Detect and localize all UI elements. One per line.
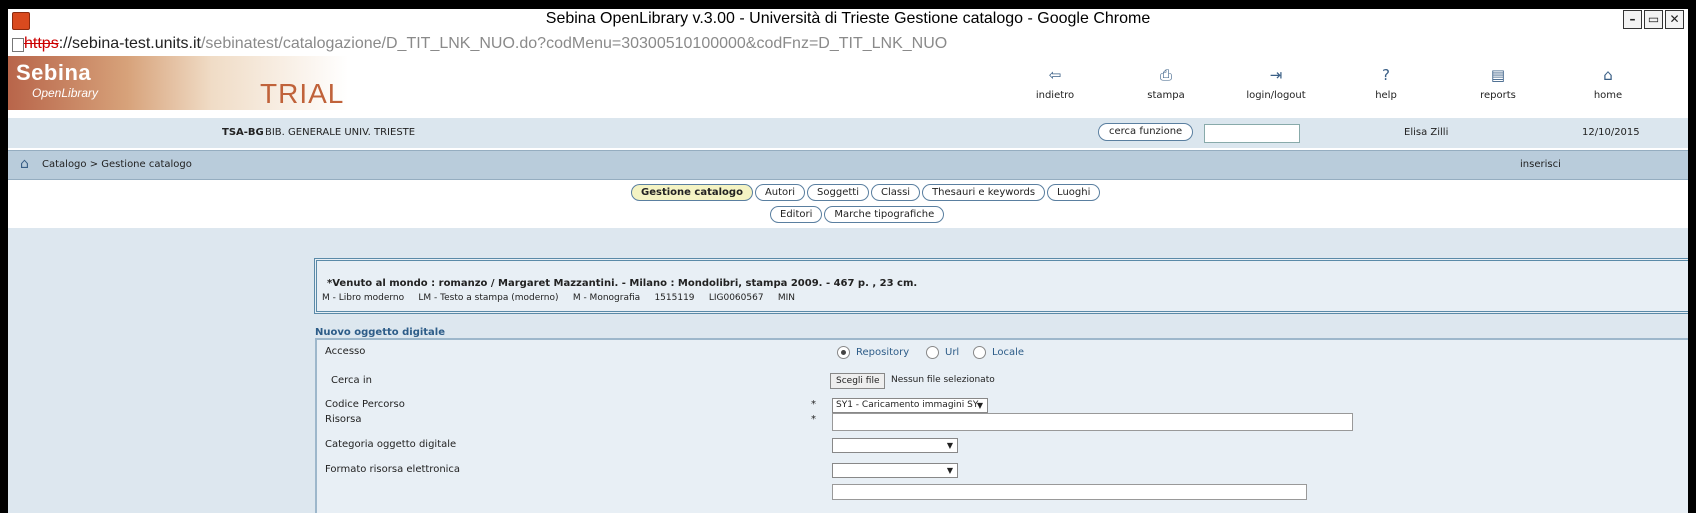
cerca-funzione-button[interactable]: cerca funzione xyxy=(1098,123,1194,141)
toolbar-help[interactable]: ? help xyxy=(1341,64,1431,101)
toolbar-indietro[interactable]: ⇦ indietro xyxy=(1010,64,1100,101)
section-title: Nuovo oggetto digitale xyxy=(315,327,446,338)
required-mark: * xyxy=(811,399,816,410)
toolbar-reports[interactable]: ▤ reports xyxy=(1453,64,1543,101)
toolbar-stampa[interactable]: ⎙ stampa xyxy=(1121,64,1211,101)
library-name: BIB. GENERALE UNIV. TRIESTE xyxy=(265,127,416,138)
window-frame-right xyxy=(1688,34,1696,513)
print-icon: ⎙ xyxy=(1159,66,1172,84)
tab-editori[interactable]: Editori xyxy=(770,206,823,223)
dropdown-arrow-icon: ▼ xyxy=(946,441,953,450)
select-value: SY1 - Caricamento immagini SY xyxy=(836,400,979,410)
radio-url[interactable]: Url xyxy=(926,346,959,359)
radio-dot xyxy=(837,346,850,359)
radio-label: Repository xyxy=(856,347,910,358)
window-title: Sebina OpenLibrary v.3.00 - Università d… xyxy=(545,10,1151,27)
categoria-label: Categoria oggetto digitale xyxy=(325,439,457,450)
login-icon: ⇥ xyxy=(1269,66,1283,84)
radio-label: Url xyxy=(945,347,960,358)
tab-luoghi[interactable]: Luoghi xyxy=(1047,184,1101,201)
codice-percorso-select[interactable]: SY1 - Caricamento immagini SY ▼ xyxy=(832,398,988,413)
info-bar: TSA-BG BIB. GENERALE UNIV. TRIESTE cerca… xyxy=(8,118,1688,148)
cerca-in-label: Cerca in xyxy=(331,375,372,386)
radio-label: Locale xyxy=(992,347,1025,358)
reports-icon: ▤ xyxy=(1490,66,1506,84)
restore-button[interactable]: ▭ xyxy=(1644,10,1663,29)
toolbar-label: stampa xyxy=(1147,90,1185,101)
dropdown-arrow-icon: ▼ xyxy=(946,466,953,475)
toolbar-label: help xyxy=(1375,90,1397,101)
minimize-button[interactable]: – xyxy=(1623,10,1642,29)
categoria-select[interactable]: ▼ xyxy=(832,438,958,453)
tabs-row-1: Gestione catalogo Autori Soggetti Classi… xyxy=(631,184,1101,201)
url-host: ://sebina-test.units.it xyxy=(58,35,201,52)
toolbar-home[interactable]: ⌂ home xyxy=(1563,64,1653,101)
record-meta: M - Libro moderno LM - Testo a stampa (m… xyxy=(322,293,796,303)
risorsa-input[interactable] xyxy=(832,413,1353,431)
content-area: *Venuto al mondo : romanzo / Margaret Ma… xyxy=(8,228,1688,513)
url-path: /sebinatest/catalogazione/D_TIT_LNK_NUO.… xyxy=(200,35,948,52)
radio-dot xyxy=(926,346,939,359)
tab-soggetti[interactable]: Soggetti xyxy=(807,184,869,201)
breadcrumb-bar: ⌂ Catalogo > Gestione catalogo inserisci xyxy=(8,150,1688,180)
window-frame-left xyxy=(0,34,8,513)
toolbar-label: reports xyxy=(1480,90,1516,101)
close-button[interactable]: ✕ xyxy=(1665,10,1684,29)
current-date: 12/10/2015 xyxy=(1582,127,1640,138)
choose-file-button[interactable]: Scegli file xyxy=(830,373,886,389)
codice-percorso-label: Codice Percorso xyxy=(325,399,405,410)
tab-classi[interactable]: Classi xyxy=(870,184,921,201)
record-box: *Venuto al mondo : romanzo / Margaret Ma… xyxy=(314,258,1688,314)
back-icon: ⇦ xyxy=(1048,66,1062,84)
help-icon: ? xyxy=(1382,66,1390,84)
tab-thesauri[interactable]: Thesauri e keywords xyxy=(922,184,1046,201)
home-icon[interactable]: ⌂ xyxy=(20,156,29,172)
risorsa-label: Risorsa xyxy=(325,414,362,425)
tabs-row-2: Editori Marche tipografiche xyxy=(770,206,945,223)
tab-autori[interactable]: Autori xyxy=(754,184,806,201)
tab-gestione-catalogo[interactable]: Gestione catalogo xyxy=(631,184,753,201)
accesso-label: Accesso xyxy=(325,346,366,357)
page: Sebina OpenLibrary TRIAL ⇦ indietro ⎙ st… xyxy=(8,56,1688,513)
file-status: Nessun file selezionato xyxy=(891,375,995,385)
home-icon: ⌂ xyxy=(1603,66,1613,84)
toolbar-login-logout[interactable]: ⇥ login/logout xyxy=(1231,64,1321,101)
url-scheme: https xyxy=(24,35,59,52)
formato-select[interactable]: ▼ xyxy=(832,463,958,478)
dropdown-arrow-icon: ▼ xyxy=(976,401,983,410)
toolbar-label: login/logout xyxy=(1246,90,1306,101)
radio-repository[interactable]: Repository xyxy=(837,346,909,359)
extra-field[interactable] xyxy=(832,484,1307,500)
digital-object-form: Accesso Repository Url Locale Cerca in S… xyxy=(315,338,1688,513)
window-controls: – ▭ ✕ xyxy=(1623,10,1684,29)
formato-label: Formato risorsa elettronica xyxy=(325,464,461,475)
cerca-funzione-input[interactable] xyxy=(1204,124,1300,143)
required-mark: * xyxy=(811,414,816,425)
record-title: *Venuto al mondo : romanzo / Margaret Ma… xyxy=(327,278,918,289)
insecure-lock-icon xyxy=(12,38,24,52)
breadcrumb: Catalogo > Gestione catalogo xyxy=(42,159,192,170)
radio-dot xyxy=(973,346,986,359)
inserisci-link[interactable]: inserisci xyxy=(1520,159,1561,170)
user-name: Elisa Zilli xyxy=(1404,127,1449,138)
main-toolbar: ⇦ indietro ⎙ stampa ⇥ login/logout ? hel… xyxy=(8,64,1688,108)
url-text[interactable]: https://sebina-test.units.it/sebinatest/… xyxy=(24,35,947,53)
tab-marche-tipografiche[interactable]: Marche tipografiche xyxy=(824,206,945,223)
toolbar-label: indietro xyxy=(1035,90,1075,101)
address-bar[interactable]: https://sebina-test.units.it/sebinatest/… xyxy=(8,34,1688,56)
radio-locale[interactable]: Locale xyxy=(973,346,1024,359)
library-code: TSA-BG xyxy=(222,127,264,138)
toolbar-label: home xyxy=(1593,90,1623,101)
